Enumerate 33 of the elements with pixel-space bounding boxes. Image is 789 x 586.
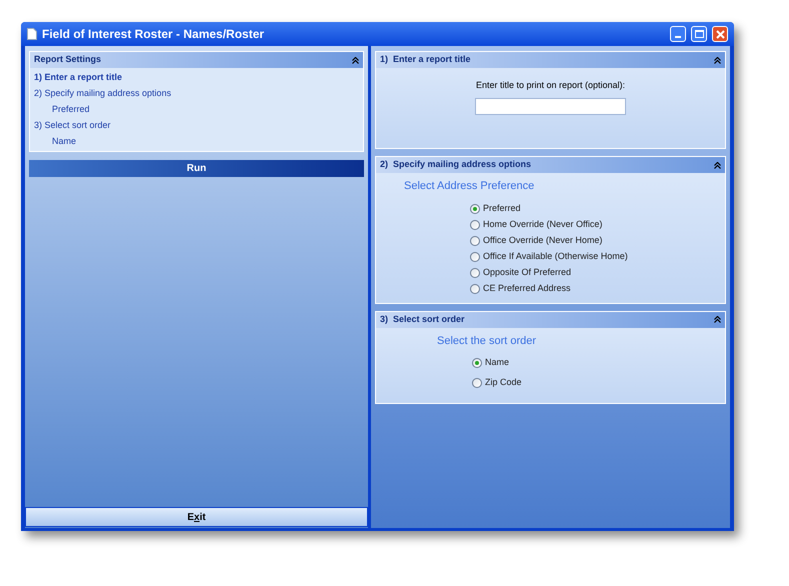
field-label: Enter title to print on report (optional):	[476, 79, 626, 92]
exit-button[interactable]: Exit	[25, 507, 368, 527]
close-icon[interactable]	[716, 30, 724, 38]
section-title: 3) Select sort order	[380, 312, 465, 326]
run-button[interactable]: Run	[29, 160, 364, 177]
radio-option[interactable]: Zip Code	[472, 375, 725, 391]
radio-option[interactable]: Home Override (Never Office)	[470, 216, 725, 232]
step-value: Name	[51, 135, 78, 148]
radio-option[interactable]: Name	[472, 355, 725, 371]
step-link[interactable]: 3) Select sort order	[30, 117, 363, 133]
collapse-icon[interactable]	[352, 56, 359, 64]
collapse-icon[interactable]	[714, 316, 721, 323]
radio-option[interactable]: CE Preferred Address	[470, 280, 725, 296]
window-title: Field of Interest Roster - Names/Roster	[42, 26, 266, 43]
radio-option[interactable]: Preferred	[470, 200, 725, 216]
step-link[interactable]: 2) Specify mailing address options	[30, 85, 363, 101]
radio-option[interactable]: Office If Available (Otherwise Home)	[470, 248, 725, 264]
group-heading: Select the sort order	[437, 334, 538, 348]
minimize-button[interactable]	[670, 26, 686, 42]
section-title: 1) Enter a report title	[380, 53, 471, 66]
panel-title: Report Settings	[34, 53, 102, 66]
document-icon	[27, 28, 37, 40]
step-link[interactable]: 1) Enter a report title	[30, 69, 363, 85]
collapse-icon[interactable]	[714, 56, 721, 64]
step-value: Preferred	[51, 103, 91, 116]
maximize-button[interactable]	[691, 26, 707, 42]
radio-option[interactable]: Opposite Of Preferred	[470, 264, 725, 280]
collapse-icon[interactable]	[714, 162, 721, 168]
section-title: 2) Specify mailing address options	[380, 158, 532, 172]
group-heading: Select Address Preference	[404, 179, 536, 194]
title-input-field[interactable]	[475, 98, 626, 114]
close-button[interactable]	[712, 26, 728, 42]
radio-option[interactable]: Office Override (Never Home)	[470, 232, 725, 248]
